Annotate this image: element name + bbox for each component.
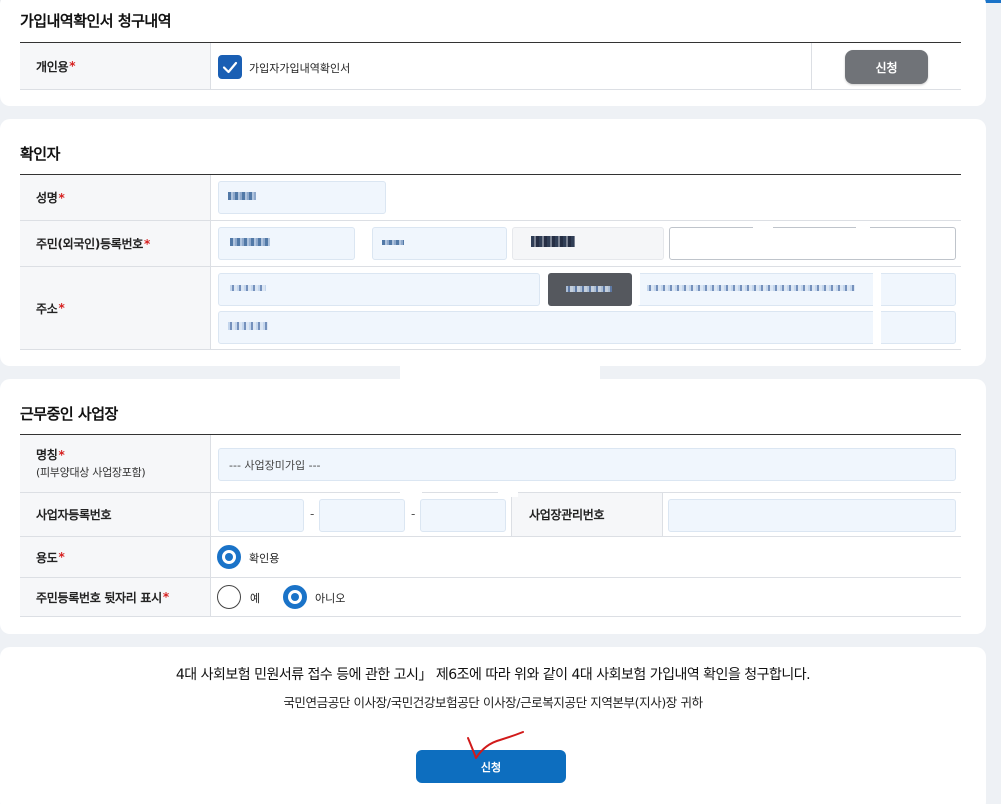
bizno-separator: - xyxy=(411,507,416,521)
checkbox-label: 가입자가입내역확인서 xyxy=(249,62,351,75)
address-row: 주소 * xyxy=(20,267,961,350)
redaction-cover xyxy=(873,267,881,349)
redaction-cover xyxy=(753,221,773,233)
bizno-row: 사업자등록번호 - - 사업장관리번호 xyxy=(20,489,961,537)
section-title-confirmer: 확인자 xyxy=(20,145,60,163)
redaction-cover xyxy=(632,267,640,305)
rrn-label: 주민(외국인)등록번호 * xyxy=(20,221,211,266)
zipcode-field[interactable] xyxy=(218,273,540,306)
mgmt-label: 사업장관리번호 xyxy=(511,493,663,536)
company-name-field[interactable]: --- 사업장미가입 --- xyxy=(218,448,956,481)
address-detail-field[interactable] xyxy=(218,311,956,344)
suffix-yes-label: 예 xyxy=(250,592,261,605)
suffix-no-label: 아니오 xyxy=(315,592,346,605)
redaction-cover xyxy=(856,221,870,233)
redacted-address-main xyxy=(647,285,855,291)
redacted-address-detail xyxy=(228,322,268,330)
suffix-row: 주민등록번호 뒷자리 표시 * 예 아니오 xyxy=(20,578,961,617)
request-row: 개인용 * 가입자가입내역확인서 신청 xyxy=(20,43,961,90)
redacted-zipcode xyxy=(230,285,266,291)
suffix-radio-yes[interactable] xyxy=(217,585,241,609)
column-divider xyxy=(811,43,812,89)
suffix-radio-no[interactable] xyxy=(283,585,307,609)
address-label: 주소 * xyxy=(20,267,211,349)
bizno-label: 사업자등록번호 xyxy=(20,493,211,536)
handwritten-check-annotation xyxy=(467,731,524,759)
redacted-rrn-back xyxy=(531,236,575,247)
section-title-request: 가입내역확인서 청구내역 xyxy=(20,12,172,30)
confirmer-table: 성명 * 주민(외국인)등록번호 * 주소 * xyxy=(20,174,961,350)
apply-button[interactable]: 신청 xyxy=(845,50,928,84)
bizno-separator: - xyxy=(310,507,315,521)
name-label: 성명 * xyxy=(20,175,211,220)
section-title-workplace: 근무중인 사업장 xyxy=(20,405,118,423)
purpose-radio-confirm[interactable] xyxy=(217,545,241,569)
purpose-option-label: 확인용 xyxy=(249,552,280,565)
redacted-rrn-front xyxy=(230,238,270,246)
bizno-field-1[interactable] xyxy=(218,499,304,532)
company-label: 명칭* (피부양대상 사업장포함) xyxy=(20,435,211,492)
rrn-row: 주민(외국인)등록번호 * xyxy=(20,221,961,267)
redaction-cover xyxy=(400,489,422,497)
mgmt-number-field[interactable] xyxy=(668,499,956,532)
check-icon xyxy=(222,61,238,74)
bizno-field-2[interactable] xyxy=(319,499,405,532)
purpose-row: 용도 * 확인용 xyxy=(20,537,961,578)
redacted-name xyxy=(228,192,256,200)
company-row: 명칭* (피부양대상 사업장포함) --- 사업장미가입 --- xyxy=(20,435,961,493)
suffix-label: 주민등록번호 뒷자리 표시 * xyxy=(20,578,211,616)
redacted-rrn-middle xyxy=(382,240,404,245)
redacted-button-label xyxy=(566,286,612,292)
notice-recipient: 국민연금공단 이사장/국민건강보험공단 이사장/근로복지공단 지역본부(지사)장… xyxy=(283,695,703,710)
bizno-field-3[interactable] xyxy=(420,499,506,532)
name-row: 성명 * xyxy=(20,175,961,221)
redaction-cover xyxy=(388,175,876,220)
rrn-extra-field[interactable] xyxy=(669,227,956,260)
purpose-label: 용도 * xyxy=(20,537,211,577)
redaction-cover xyxy=(400,363,600,445)
notice-statement: 4대 사회보험 민원서류 접수 등에 관한 고시」 제6조에 따라 위와 같이 … xyxy=(175,667,811,683)
request-table: 개인용 * 가입자가입내역확인서 신청 xyxy=(20,42,961,90)
row-label-personal: 개인용 * xyxy=(20,43,211,89)
workplace-table: 명칭* (피부양대상 사업장포함) --- 사업장미가입 --- 사업자등록번호… xyxy=(20,434,961,617)
checkbox-checked[interactable] xyxy=(218,55,242,79)
redaction-cover xyxy=(498,489,518,497)
